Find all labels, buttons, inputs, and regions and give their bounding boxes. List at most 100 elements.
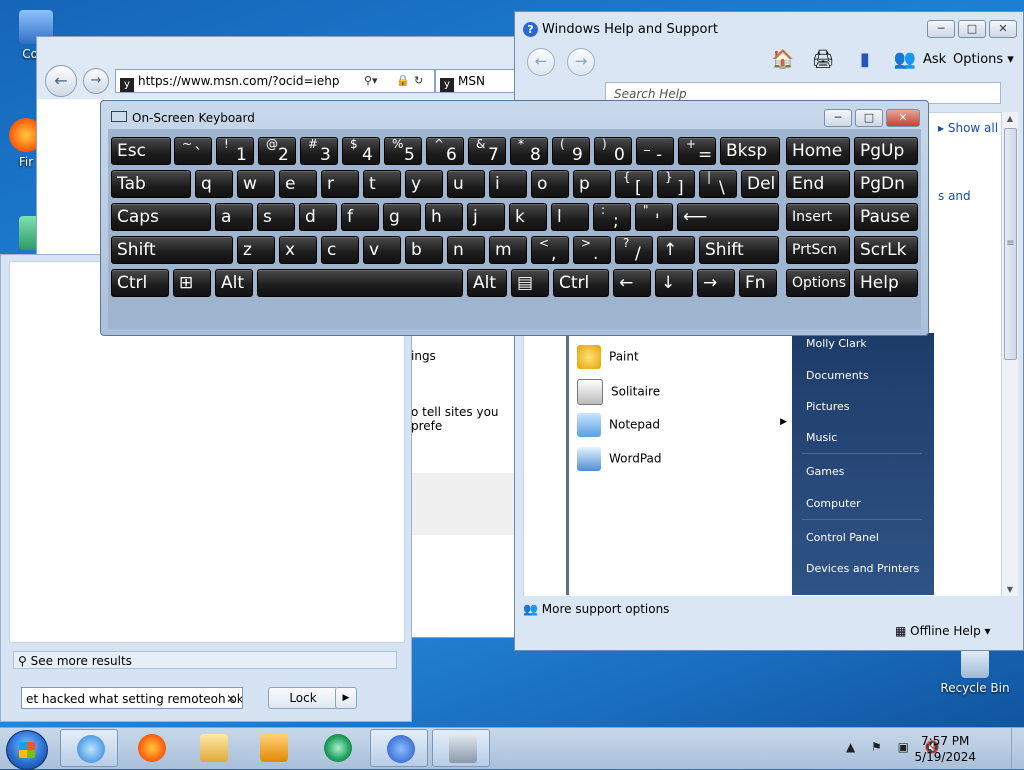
show-desktop-button[interactable]	[1011, 728, 1024, 769]
key-5[interactable]: % 5	[384, 137, 422, 165]
scroll-thumb[interactable]: ≡	[1004, 128, 1017, 360]
key-t[interactable]: t	[363, 170, 401, 198]
key-c[interactable]: c	[321, 236, 359, 264]
clear-search-icon[interactable]: ✕	[226, 688, 236, 708]
key-Alt[interactable]: Alt	[215, 269, 253, 297]
key-s[interactable]: s	[257, 203, 295, 231]
browse-help-icon[interactable]: ▮	[853, 48, 877, 72]
key-;[interactable]: :;	[593, 203, 631, 231]
key-y[interactable]: y	[405, 170, 443, 198]
lock-icon[interactable]: 🔒	[396, 70, 410, 92]
key-l[interactable]: l	[551, 203, 589, 231]
key-i[interactable]: i	[489, 170, 527, 198]
key-=[interactable]: + =	[678, 137, 716, 165]
refresh-icon[interactable]: ↻	[414, 70, 423, 92]
show-all-link[interactable]: ▸ Show all	[938, 121, 998, 135]
key-m[interactable]: m	[489, 236, 527, 264]
key-g[interactable]: g	[383, 203, 421, 231]
key-][interactable]: }]	[657, 170, 695, 198]
home-icon[interactable]: 🏠	[771, 48, 795, 72]
key-p[interactable]: p	[573, 170, 611, 198]
key-Alt[interactable]: Alt	[467, 269, 507, 297]
key-z[interactable]: z	[237, 236, 275, 264]
key-x[interactable]: x	[279, 236, 317, 264]
key-k[interactable]: k	[509, 203, 547, 231]
scroll-up-icon[interactable]: ▲	[1002, 114, 1018, 123]
back-button[interactable]: ←	[45, 65, 77, 97]
start-button[interactable]	[6, 730, 48, 770]
key-Options[interactable]: Options	[786, 269, 850, 297]
key-↑[interactable]: ↑	[657, 236, 695, 264]
help-back-button[interactable]: ←	[527, 48, 555, 76]
on-screen-keyboard-window[interactable]: On-Screen Keyboard ─ □ ✕ Esc ~ `! 1 @2 #3 $4% 5 ^ 6…	[100, 100, 929, 336]
taskbar-media-player[interactable]	[244, 729, 302, 767]
key-Caps[interactable]: Caps	[111, 203, 211, 231]
key-0[interactable]: ) 0	[594, 137, 632, 165]
key-Home[interactable]: Home	[786, 137, 850, 165]
key-Bksp[interactable]: Bksp	[720, 137, 780, 165]
forward-button[interactable]: →	[83, 68, 109, 94]
key-h[interactable]: h	[425, 203, 463, 231]
key-Esc[interactable]: Esc	[111, 137, 171, 165]
minimize-button[interactable]: ─	[927, 20, 955, 38]
key-3[interactable]: #3	[300, 137, 338, 165]
osk-restore-button[interactable]: □	[855, 109, 883, 127]
key-,[interactable]: <,	[531, 236, 569, 264]
key-9[interactable]: (9	[552, 137, 590, 165]
key-Tab[interactable]: Tab	[111, 170, 191, 198]
key--[interactable]: _ -	[636, 137, 674, 165]
key-↓[interactable]: ↓	[655, 269, 693, 297]
options-menu[interactable]: Options ▾	[953, 52, 1014, 67]
key-r[interactable]: r	[321, 170, 359, 198]
taskbar-ie[interactable]	[60, 729, 118, 767]
key-1[interactable]: ! 1	[216, 137, 254, 165]
key-PgDn[interactable]: PgDn	[854, 170, 918, 198]
key-Del[interactable]: Del	[741, 170, 779, 198]
key-→[interactable]: →	[697, 269, 735, 297]
taskbar-firefox[interactable]	[122, 729, 180, 767]
key-4[interactable]: $4	[342, 137, 380, 165]
key-/[interactable]: ? /	[615, 236, 653, 264]
taskbar-osk[interactable]	[432, 729, 490, 767]
key-f[interactable]: f	[341, 203, 379, 231]
key-Ctrl[interactable]: Ctrl	[553, 269, 609, 297]
clock[interactable]: 7:57 PM 5/19/2024	[914, 733, 976, 765]
key-space[interactable]	[257, 269, 463, 297]
osk-close-button[interactable]: ✕	[886, 109, 920, 127]
key-Insert[interactable]: Insert	[786, 203, 850, 231]
key-.[interactable]: >.	[573, 236, 611, 264]
key-Shift[interactable]: Shift	[111, 236, 233, 264]
key-6[interactable]: ^ 6	[426, 137, 464, 165]
osk-minimize-button[interactable]: ─	[824, 109, 852, 127]
maximize-button[interactable]: □	[958, 20, 986, 38]
key-⊞[interactable]: ⊞	[173, 269, 211, 297]
key-'[interactable]: " '	[635, 203, 673, 231]
key-PrtScn[interactable]: PrtScn	[786, 236, 850, 264]
key-PgUp[interactable]: PgUp	[854, 137, 918, 165]
key-b[interactable]: b	[405, 236, 443, 264]
key-Shift[interactable]: Shift	[699, 236, 779, 264]
key-v[interactable]: v	[363, 236, 401, 264]
key-Fn[interactable]: Fn	[739, 269, 777, 297]
key-2[interactable]: @2	[258, 137, 296, 165]
desktop-icon-recycle-bin[interactable]: Recycle Bin	[940, 648, 1010, 695]
key-o[interactable]: o	[531, 170, 569, 198]
search-icon[interactable]: ⚲▾	[364, 70, 378, 92]
key-ScrLk[interactable]: ScrLk	[854, 236, 918, 264]
help-forward-button[interactable]: →	[567, 48, 595, 76]
start-search-input[interactable]: et hacked what setting remoteoh ok ✕	[21, 687, 243, 709]
ie-tab-msn[interactable]: y MSN	[435, 69, 517, 93]
see-more-results-link[interactable]: ⚲ See more results	[13, 651, 397, 669]
address-bar[interactable]: y https://www.msn.com/?ocid=iehp ⚲▾ 🔒 ↻	[115, 69, 435, 93]
key-\[interactable]: | \	[699, 170, 737, 198]
key-Help[interactable]: Help	[854, 269, 918, 297]
key-u[interactable]: u	[447, 170, 485, 198]
key-[[interactable]: {[	[615, 170, 653, 198]
ask-button[interactable]: Ask	[923, 52, 946, 67]
ask-icon[interactable]: 👥	[893, 48, 917, 72]
key-←[interactable]: ←	[613, 269, 651, 297]
more-support-options-link[interactable]: 👥 More support options	[523, 602, 669, 616]
taskbar-help[interactable]	[370, 729, 428, 767]
key-e[interactable]: e	[279, 170, 317, 198]
key-End[interactable]: End	[786, 170, 850, 198]
